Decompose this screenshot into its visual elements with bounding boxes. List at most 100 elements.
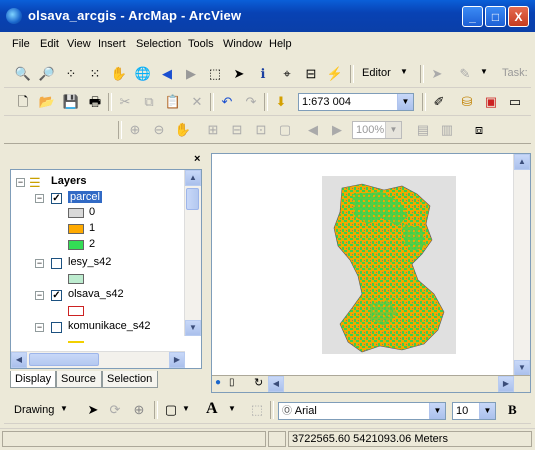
delete-x-icon[interactable]: ✕ bbox=[188, 93, 206, 111]
font-name-dropdown[interactable]: Ⓞ Arial ▼ bbox=[278, 402, 446, 420]
chevron-down-icon[interactable]: ▼ bbox=[429, 403, 445, 419]
zoom-in-icon[interactable]: 🔍 bbox=[14, 65, 32, 83]
collapse-icon[interactable]: − bbox=[16, 178, 25, 187]
close-toc-icon[interactable]: × bbox=[194, 153, 200, 165]
menu-tools[interactable]: Tools bbox=[188, 38, 214, 50]
layout-view-page-icon[interactable]: ▯ bbox=[229, 377, 235, 388]
map-display[interactable]: ▲ ▼ ● ▯ ↻ ◀ ▶ bbox=[211, 153, 531, 393]
menu-selection[interactable]: Selection bbox=[136, 38, 181, 50]
scroll-left-icon[interactable]: ◀ bbox=[11, 352, 27, 368]
pan-hand-icon[interactable]: ✋ bbox=[110, 65, 128, 83]
data-view-globe-icon[interactable]: ● bbox=[215, 377, 221, 388]
chevron-down-icon[interactable]: ▼ bbox=[397, 94, 413, 110]
zoom-whole-page-icon[interactable]: ⊡ bbox=[252, 121, 270, 139]
font-size-dropdown[interactable]: 10 ▼ bbox=[452, 402, 496, 420]
scroll-right-icon[interactable]: ▶ bbox=[498, 376, 514, 392]
layer-name-komunikace[interactable]: komunikace_s42 bbox=[68, 320, 151, 332]
select-elements-arrow-icon[interactable]: ➤ bbox=[230, 65, 248, 83]
back-arrow-icon[interactable]: ◀ bbox=[158, 65, 176, 83]
scroll-thumb[interactable] bbox=[186, 188, 199, 210]
zoom-out-icon[interactable]: 🔎 bbox=[38, 65, 56, 83]
toc-vertical-scrollbar[interactable]: ▲ ▼ bbox=[184, 170, 201, 336]
layer-name-lesy[interactable]: lesy_s42 bbox=[68, 256, 111, 268]
menu-help[interactable]: Help bbox=[269, 38, 292, 50]
menu-edit[interactable]: Edit bbox=[40, 38, 59, 50]
edit-vertices-icon[interactable]: ⬚ bbox=[248, 401, 266, 419]
map-scale-dropdown[interactable]: 1:673 004 ▼ bbox=[298, 93, 414, 111]
layout-forward-icon[interactable]: ▶ bbox=[328, 121, 346, 139]
arccatalog-icon[interactable]: ⛁ bbox=[458, 93, 476, 111]
editor-menu[interactable]: Editor bbox=[362, 67, 391, 79]
paste-icon[interactable]: 📋 bbox=[164, 93, 182, 111]
menu-insert[interactable]: Insert bbox=[98, 38, 126, 50]
chevron-down-icon[interactable]: ▼ bbox=[479, 403, 495, 419]
toc-horizontal-scrollbar[interactable]: ◀ ▶ bbox=[11, 351, 185, 368]
layout-back-icon[interactable]: ◀ bbox=[304, 121, 322, 139]
maximize-button[interactable]: □ bbox=[485, 6, 506, 27]
open-folder-icon[interactable]: 📂 bbox=[38, 93, 56, 111]
new-text-tool[interactable]: A bbox=[206, 400, 218, 418]
scroll-up-icon[interactable]: ▲ bbox=[514, 154, 530, 170]
collapse-icon[interactable]: − bbox=[35, 194, 44, 203]
fixed-zoom-in-icon[interactable]: ⁘ bbox=[62, 65, 80, 83]
scroll-right-icon[interactable]: ▶ bbox=[169, 352, 185, 368]
drawing-dropdown-icon[interactable]: ▼ bbox=[60, 404, 68, 413]
scroll-thumb[interactable] bbox=[29, 353, 99, 366]
menu-window[interactable]: Window bbox=[223, 38, 262, 50]
bold-button[interactable]: B bbox=[508, 402, 517, 418]
editor-toolbar-icon[interactable]: ✐ bbox=[430, 93, 448, 111]
tab-source[interactable]: Source bbox=[56, 371, 102, 388]
print-icon[interactable]: 🖶 bbox=[86, 93, 104, 111]
measure-icon[interactable]: ⊟ bbox=[302, 65, 320, 83]
scroll-left-icon[interactable]: ◀ bbox=[268, 376, 284, 392]
layer-visibility-checkbox[interactable] bbox=[51, 322, 62, 333]
select-features-icon[interactable]: ⬚ bbox=[206, 65, 224, 83]
tab-display[interactable]: Display bbox=[10, 371, 56, 388]
layout-fixed-zoom-in-icon[interactable]: ⊞ bbox=[204, 121, 222, 139]
scroll-down-icon[interactable]: ▼ bbox=[514, 360, 530, 376]
collapse-icon[interactable]: − bbox=[35, 291, 44, 300]
sketch-dropdown-icon[interactable]: ▼ bbox=[480, 67, 488, 76]
scroll-up-icon[interactable]: ▲ bbox=[185, 170, 201, 186]
collapse-icon[interactable]: − bbox=[35, 323, 44, 332]
zoom-to-selected-icon[interactable]: ⊕ bbox=[130, 401, 148, 419]
arctoolbox-icon[interactable]: ▣ bbox=[482, 93, 500, 111]
layout-zoom-dropdown[interactable]: 100% ▼ bbox=[352, 121, 402, 139]
text-dropdown-icon[interactable]: ▼ bbox=[228, 404, 236, 413]
cut-scissors-icon[interactable]: ✂ bbox=[116, 93, 134, 111]
refresh-icon[interactable]: ↻ bbox=[254, 376, 263, 389]
add-data-icon[interactable]: ⬇ bbox=[272, 93, 290, 111]
scroll-down-icon[interactable]: ▼ bbox=[185, 320, 201, 336]
layer-visibility-checkbox[interactable]: ✓ bbox=[51, 193, 62, 204]
redo-icon[interactable]: ↷ bbox=[242, 93, 260, 111]
layout-fixed-zoom-out-icon[interactable]: ⊟ bbox=[228, 121, 246, 139]
find-binoculars-icon[interactable]: ⌖ bbox=[278, 65, 296, 83]
tab-selection[interactable]: Selection bbox=[102, 371, 158, 388]
close-button[interactable]: X bbox=[508, 6, 529, 27]
zoom-100-icon[interactable]: ▢ bbox=[276, 121, 294, 139]
rectangle-tool-icon[interactable]: ▢ bbox=[162, 401, 180, 419]
sketch-pencil-icon[interactable]: ✎ bbox=[456, 65, 474, 83]
layer-name-olsava[interactable]: olsava_s42 bbox=[68, 288, 124, 300]
undo-icon[interactable]: ↶ bbox=[218, 93, 236, 111]
layout-pan-icon[interactable]: ✋ bbox=[174, 121, 192, 139]
menu-view[interactable]: View bbox=[67, 38, 91, 50]
layer-name-parcel[interactable]: parcel bbox=[68, 191, 102, 203]
focus-data-frame-icon[interactable]: ▥ bbox=[438, 121, 456, 139]
layer-visibility-checkbox[interactable] bbox=[51, 258, 62, 269]
map-vertical-scrollbar[interactable]: ▲ ▼ bbox=[513, 154, 530, 376]
save-disk-icon[interactable]: 💾 bbox=[62, 93, 80, 111]
rotate-icon[interactable]: ⟳ bbox=[106, 401, 124, 419]
layout-zoom-out-icon[interactable]: ⊖ bbox=[150, 121, 168, 139]
data-frame-label[interactable]: Layers bbox=[51, 175, 86, 187]
layer-visibility-checkbox[interactable]: ✓ bbox=[51, 290, 62, 301]
select-elements-icon[interactable]: ➤ bbox=[84, 401, 102, 419]
forward-arrow-icon[interactable]: ▶ bbox=[182, 65, 200, 83]
copy-icon[interactable]: ⧉ bbox=[140, 93, 158, 111]
layout-zoom-in-icon[interactable]: ⊕ bbox=[126, 121, 144, 139]
command-line-icon[interactable]: ▭ bbox=[506, 93, 524, 111]
identify-icon[interactable]: ℹ bbox=[254, 65, 272, 83]
edit-tool-icon[interactable]: ➤ bbox=[428, 65, 446, 83]
new-document-icon[interactable]: 🗋 bbox=[14, 93, 32, 111]
shape-dropdown-icon[interactable]: ▼ bbox=[182, 404, 190, 413]
